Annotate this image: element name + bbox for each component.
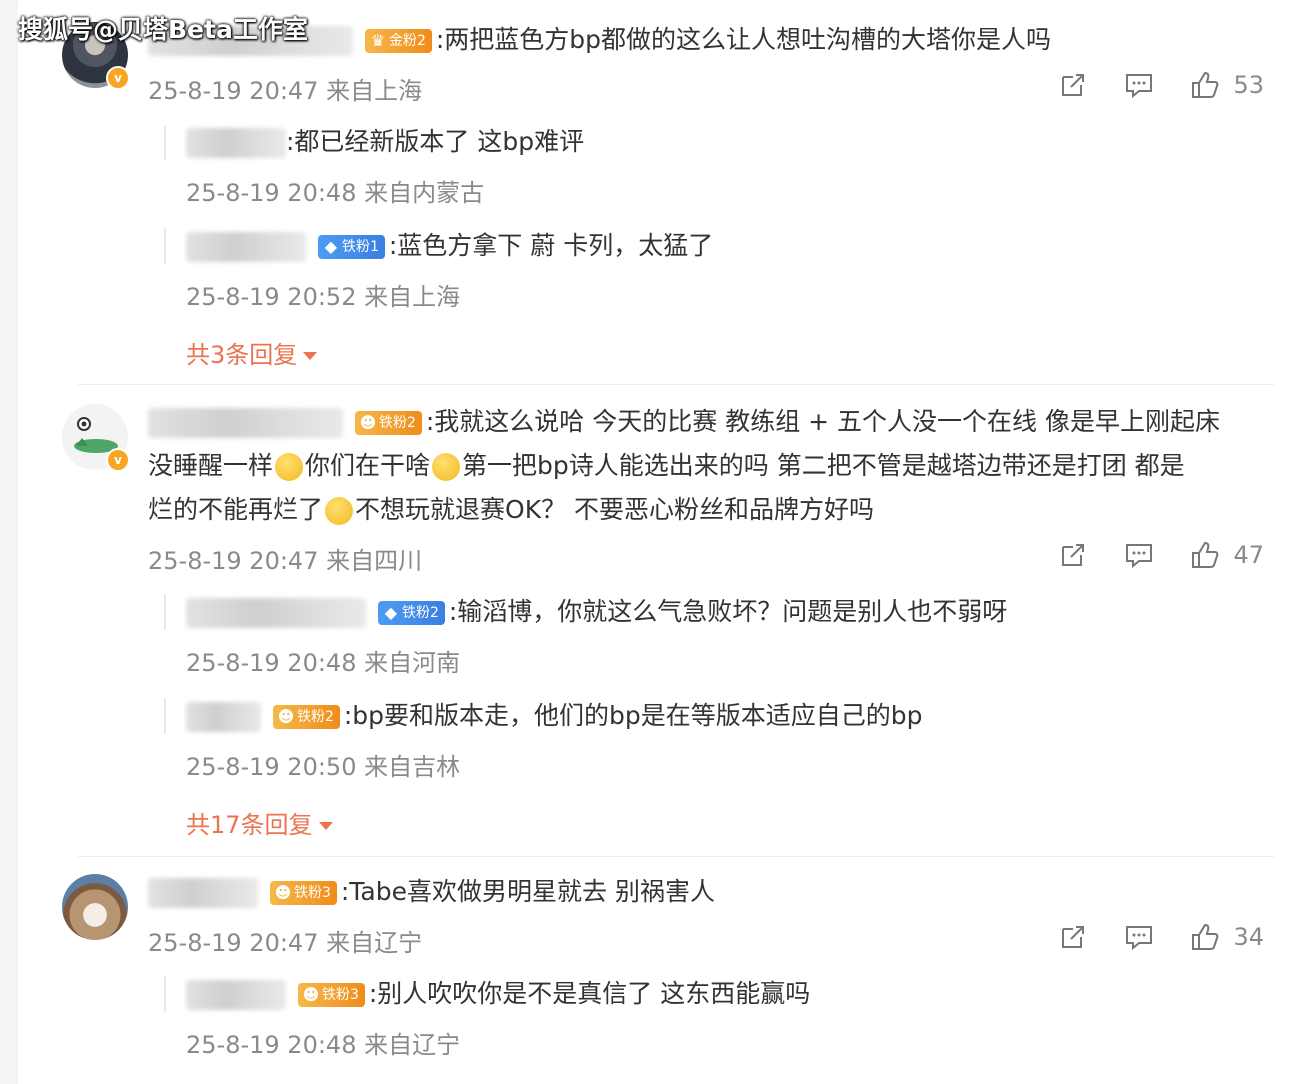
share-icon[interactable] (1057, 921, 1089, 953)
like-icon[interactable] (1189, 539, 1221, 571)
more-replies-label: 共17条回复 (186, 811, 313, 839)
username-blurred[interactable] (148, 408, 343, 438)
comment-actions: 53 (1023, 67, 1264, 103)
username-blurred[interactable] (148, 878, 258, 908)
comment-text: 不想玩就退赛OK？ 不要恶心粉丝和品牌方好吗 (355, 495, 875, 524)
reply-text: :蓝色方拿下 蔚 卡列，太猛了 (388, 231, 714, 260)
fan-badge-label: 铁粉2 (401, 605, 439, 621)
like-count: 47 (1233, 541, 1264, 569)
fan-badge-label: 铁粉1 (341, 239, 379, 255)
caret-down-icon (303, 352, 318, 360)
verified-badge-icon: v (106, 448, 130, 472)
comment-text: 第一把bp诗人能选出来的吗 第二把不管是越塔边带还是打团 都是 (462, 451, 1185, 480)
reply-meta: 25-8-19 20:48 来自河南 (186, 649, 461, 677)
reply-text-row: ◆ 铁粉1:蓝色方拿下 蔚 卡列，太猛了 (186, 228, 713, 264)
watermark: 搜狐号@贝塔Beta工作室 (18, 15, 308, 44)
crying-emoji-icon (275, 453, 304, 481)
caret-down-icon (318, 822, 333, 830)
sweat-emoji-icon (325, 497, 354, 525)
comment-text: :Tabe喜欢做男明星就去 别祸害人 (340, 877, 715, 906)
comment-text-row: ☻ 铁粉2:我就这么说哈 今天的比赛 教练组 + 五个人没一个在线 像是早上刚起床 (148, 404, 1220, 440)
fan-emoji-icon: ☻ (277, 707, 295, 726)
reply-text: :输滔博，你就这么气急败坏？问题是别人也不弱呀 (448, 597, 1008, 626)
like-count: 53 (1233, 71, 1264, 99)
like-count: 34 (1233, 923, 1264, 951)
like-icon[interactable] (1189, 69, 1221, 101)
comment-meta: 25-8-19 20:47 来自四川 (148, 547, 423, 575)
comment-actions: 34 (1023, 919, 1264, 955)
reply-text-row: ◆ 铁粉2:输滔博，你就这么气急败坏？问题是别人也不弱呀 (186, 594, 1007, 630)
reply-text: :都已经新版本了 这bp难评 (286, 127, 585, 156)
fan-badge: ☻ 铁粉3 (297, 983, 365, 1007)
comment-icon[interactable] (1123, 69, 1155, 101)
avatar[interactable]: v (62, 404, 130, 472)
reply-meta: 25-8-19 20:52 来自上海 (186, 283, 461, 311)
fan-badge-label: 铁粉3 (321, 987, 359, 1003)
share-icon[interactable] (1057, 539, 1089, 571)
username-blurred[interactable] (186, 128, 286, 158)
comment-text: :我就这么说哈 今天的比赛 教练组 + 五个人没一个在线 像是早上刚起床 (425, 407, 1220, 436)
diamond-icon: ◆ (324, 237, 338, 256)
fan-badge: ♛ 金粉2 (364, 29, 432, 53)
fan-badge-label: 金粉2 (388, 33, 426, 49)
comment-meta: 25-8-19 20:47 来自辽宁 (148, 929, 423, 957)
comment-actions: 47 (1023, 537, 1264, 573)
comment-text: 烂的不能再烂了 (148, 495, 324, 524)
fan-emoji-icon: ☻ (274, 883, 292, 902)
fan-badge: ☻ 铁粉2 (354, 411, 422, 435)
username-blurred[interactable] (186, 232, 306, 262)
share-icon[interactable] (1057, 69, 1089, 101)
more-replies-link[interactable]: 共17条回复 (186, 805, 333, 840)
comment-text-row: 没睡醒一样 你们在干啥 第一把bp诗人能选出来的吗 第二把不管是越塔边带还是打团 都… (148, 448, 1185, 484)
comment-text: 你们在干啥 (305, 451, 431, 480)
fan-emoji-icon: ☻ (302, 985, 320, 1004)
fan-badge-label: 铁粉2 (296, 709, 334, 725)
fan-badge: ◆ 铁粉1 (317, 235, 385, 259)
reply-text: :bp要和版本走，他们的bp是在等版本适应自己的bp (343, 701, 923, 730)
avatar[interactable] (62, 874, 128, 940)
reply-text: :别人吹吹你是不是真信了 这东西能赢吗 (368, 979, 811, 1008)
comment-icon[interactable] (1123, 539, 1155, 571)
reply-text-row: :都已经新版本了 这bp难评 (186, 124, 584, 160)
fan-badge: ☻ 铁粉2 (272, 705, 340, 729)
comment-divider (78, 856, 1274, 857)
more-replies-link[interactable]: 共3条回复 (186, 335, 318, 370)
comment-meta: 25-8-19 20:47 来自上海 (148, 77, 423, 105)
comment-text: 没睡醒一样 (148, 451, 274, 480)
reply-meta: 25-8-19 20:48 来自辽宁 (186, 1031, 461, 1059)
reply-meta: 25-8-19 20:50 来自吉林 (186, 753, 461, 781)
crown-icon: ♛ (370, 31, 386, 50)
username-blurred[interactable] (186, 702, 261, 732)
comment-divider (78, 384, 1274, 385)
comment-text-row: 烂的不能再烂了 不想玩就退赛OK？ 不要恶心粉丝和品牌方好吗 (148, 492, 874, 528)
fan-emoji-icon: ☻ (359, 413, 377, 432)
verified-badge-icon: v (106, 66, 130, 90)
reply-text-row: ☻ 铁粉3:别人吹吹你是不是真信了 这东西能赢吗 (186, 976, 810, 1012)
fan-badge: ☻ 铁粉3 (269, 881, 337, 905)
reply-divider (164, 698, 166, 734)
comment-text-row: ☻ 铁粉3:Tabe喜欢做男明星就去 别祸害人 (148, 874, 715, 910)
fan-badge-label: 铁粉3 (293, 885, 331, 901)
comment-text: :两把蓝色方bp都做的这么让人想吐沟槽的大塔你是人吗 (435, 25, 1052, 54)
diamond-icon: ◆ (384, 603, 398, 622)
more-replies-label: 共3条回复 (186, 341, 298, 369)
reply-text-row: ☻ 铁粉2:bp要和版本走，他们的bp是在等版本适应自己的bp (186, 698, 923, 734)
like-icon[interactable] (1189, 921, 1221, 953)
fan-badge-label: 铁粉2 (378, 415, 416, 431)
username-blurred[interactable] (186, 980, 286, 1010)
username-blurred[interactable] (186, 598, 366, 628)
fan-badge: ◆ 铁粉2 (377, 601, 445, 625)
comment-list: v ♛ 金粉2:两把蓝色方bp都做的这么让人想吐沟槽的大塔你是人吗 25-8-19… (18, 0, 1294, 1084)
reply-divider (164, 976, 166, 1012)
reply-meta: 25-8-19 20:48 来自内蒙古 (186, 179, 485, 207)
reply-divider (164, 126, 166, 160)
comment-icon[interactable] (1123, 921, 1155, 953)
reply-divider (164, 594, 166, 630)
sweat-emoji-icon (432, 453, 461, 481)
reply-divider (164, 228, 166, 264)
